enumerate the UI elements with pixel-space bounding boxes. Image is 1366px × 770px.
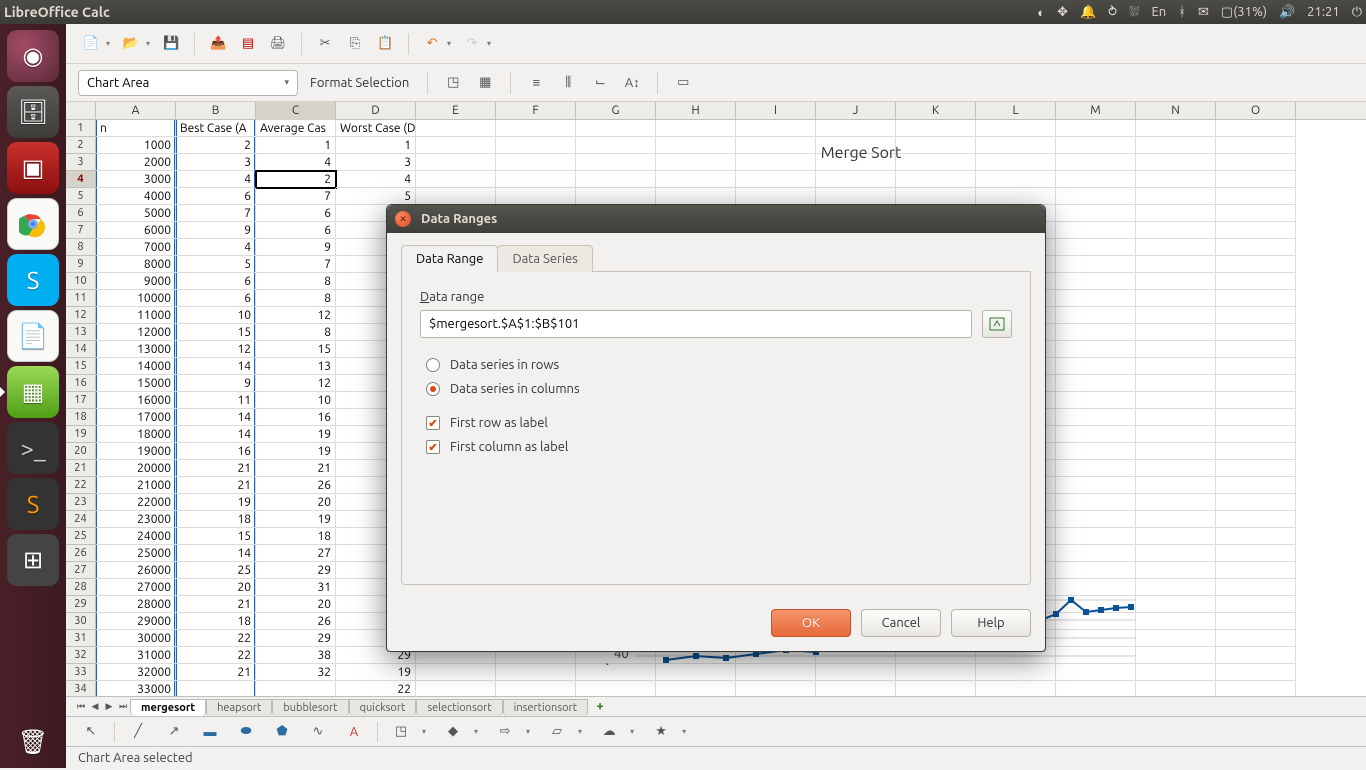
radio-icon — [426, 382, 440, 396]
checkbox-icon: ✔ — [426, 416, 440, 430]
radio-rows-label: Data series in rows — [450, 358, 559, 372]
checkbox-icon: ✔ — [426, 440, 440, 454]
check-first-column[interactable]: ✔ First column as label — [426, 440, 1012, 454]
tab-data-series[interactable]: Data Series — [497, 245, 593, 272]
dialog-titlebar[interactable]: ✕ Data Ranges — [387, 205, 1045, 233]
close-icon[interactable]: ✕ — [395, 211, 411, 227]
radio-columns[interactable]: Data series in columns — [426, 382, 1012, 396]
cancel-button[interactable]: Cancel — [861, 609, 941, 637]
radio-rows[interactable]: Data series in rows — [426, 358, 1012, 372]
data-range-input[interactable] — [420, 310, 972, 338]
dialog-tabs: Data Range Data Series — [401, 245, 1031, 272]
check-first-row-label: First row as label — [450, 416, 548, 430]
dialog-title: Data Ranges — [421, 212, 497, 226]
modal-overlay: ✕ Data Ranges Data Range Data Series Dat… — [0, 0, 1366, 768]
tab-data-range[interactable]: Data Range — [401, 245, 498, 272]
check-first-col-label: First column as label — [450, 440, 568, 454]
data-ranges-dialog: ✕ Data Ranges Data Range Data Series Dat… — [386, 204, 1046, 652]
ok-button[interactable]: OK — [771, 609, 851, 637]
radio-icon — [426, 358, 440, 372]
shrink-range-button[interactable] — [982, 310, 1012, 338]
check-first-row[interactable]: ✔ First row as label — [426, 416, 1012, 430]
data-range-label: Data range — [420, 290, 1012, 304]
radio-cols-label: Data series in columns — [450, 382, 580, 396]
help-button[interactable]: Help — [951, 609, 1031, 637]
